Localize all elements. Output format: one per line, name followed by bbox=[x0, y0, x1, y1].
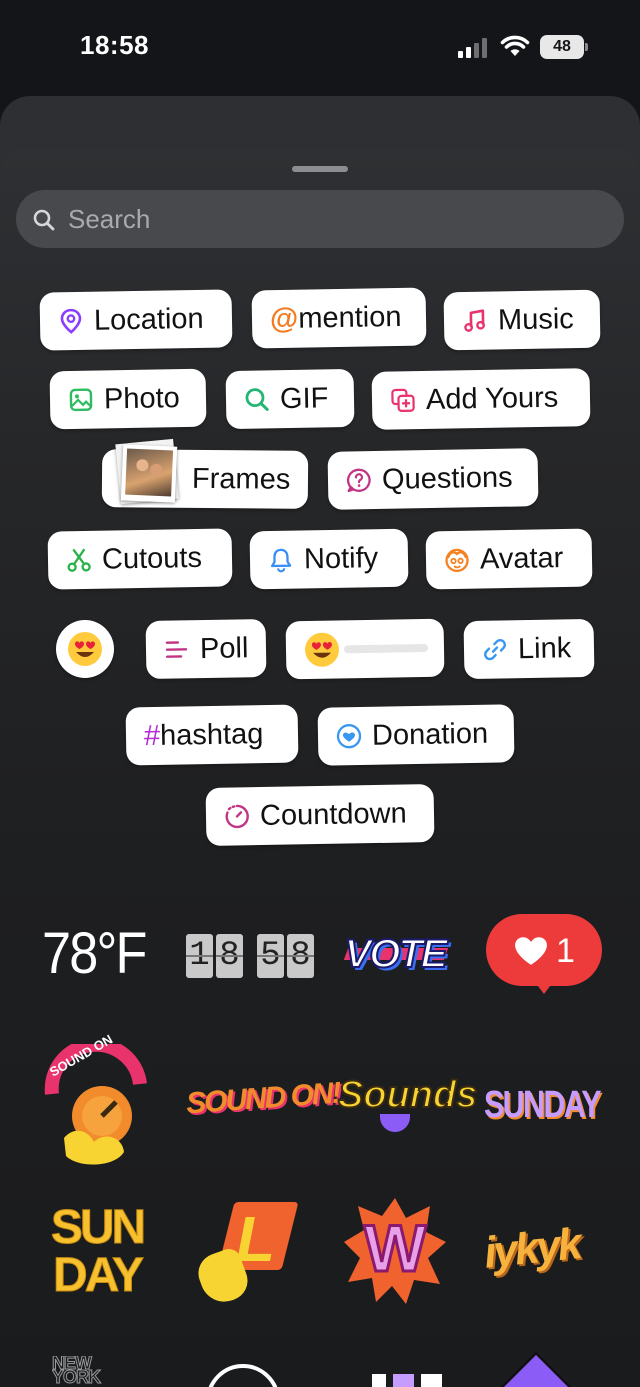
hashtag-sticker[interactable]: #hashtag bbox=[125, 704, 299, 766]
add-yours-sticker[interactable]: Add Yours bbox=[371, 368, 591, 430]
donation-label: Donation bbox=[371, 717, 489, 752]
gif-search-icon bbox=[245, 388, 269, 411]
heart-icon bbox=[515, 937, 547, 965]
like-counter-sticker[interactable]: 1 bbox=[486, 914, 602, 1000]
countdown-sticker[interactable]: Countdown bbox=[205, 784, 435, 846]
music-note-icon bbox=[464, 309, 485, 332]
emoji-reaction-sticker[interactable] bbox=[56, 620, 114, 678]
vote-sticker[interactable]: VOTE bbox=[340, 926, 450, 982]
time-sticker[interactable]: 1 8 5 8 bbox=[186, 934, 314, 978]
vote-text: VOTE bbox=[344, 931, 449, 977]
location-pin-icon bbox=[60, 308, 82, 334]
countdown-timer-icon bbox=[225, 804, 249, 829]
sunday-sticker[interactable]: SUNDAY bbox=[484, 1084, 602, 1127]
mention-sticker[interactable]: @ mention bbox=[251, 287, 427, 349]
slider-track[interactable] bbox=[343, 643, 429, 654]
partial-sticker-4[interactable] bbox=[494, 1346, 578, 1387]
link-label: Link bbox=[517, 631, 572, 665]
emoji-slider-sticker[interactable] bbox=[285, 618, 445, 680]
photo-label: Photo bbox=[103, 381, 181, 415]
partial-sticker-3[interactable] bbox=[372, 1374, 442, 1387]
search-icon bbox=[33, 209, 55, 231]
frames-photo-thumbnail bbox=[115, 438, 181, 510]
frames-sticker[interactable]: Frames bbox=[101, 438, 309, 510]
sunday-bubble-sticker[interactable]: SUN DAY bbox=[40, 1201, 154, 1304]
avatar-sticker[interactable]: Avatar bbox=[425, 528, 593, 590]
scissors-icon bbox=[67, 548, 91, 572]
cloud-sticker[interactable] bbox=[206, 1364, 284, 1387]
slider-heart-eyes-emoji-icon bbox=[305, 632, 340, 667]
cutouts-sticker[interactable]: Cutouts bbox=[47, 528, 233, 590]
status-bar: 18:58 48 bbox=[0, 0, 640, 96]
avatar-face-icon bbox=[445, 548, 469, 573]
add-yours-label: Add Yours bbox=[425, 381, 559, 416]
photo-sticker[interactable]: Photo bbox=[49, 368, 207, 430]
countdown-label: Countdown bbox=[259, 796, 407, 832]
like-count: 1 bbox=[556, 932, 575, 970]
clock-digit: 1 bbox=[186, 934, 213, 978]
gif-sticker[interactable]: GIF bbox=[225, 368, 355, 430]
cutouts-label: Cutouts bbox=[101, 541, 203, 576]
donation-icon bbox=[336, 724, 362, 749]
questions-icon bbox=[346, 468, 371, 493]
location-label: Location bbox=[93, 302, 204, 337]
location-sticker[interactable]: Location bbox=[39, 289, 233, 351]
poll-sticker[interactable]: Poll bbox=[145, 618, 267, 680]
battery-level: 48 bbox=[553, 38, 571, 55]
sheet-grabber[interactable] bbox=[292, 166, 348, 172]
notify-label: Notify bbox=[303, 541, 379, 575]
ykyk-sticker[interactable]: iykyk bbox=[482, 1219, 582, 1279]
music-sticker[interactable]: Music bbox=[443, 289, 601, 351]
questions-sticker[interactable]: Questions bbox=[327, 448, 539, 510]
poll-label: Poll bbox=[199, 631, 249, 665]
cellular-signal-icon bbox=[458, 38, 492, 58]
mention-label: mention bbox=[297, 300, 402, 335]
hashtag-label: #hashtag bbox=[143, 717, 264, 752]
status-time: 18:58 bbox=[80, 30, 149, 60]
gif-label: GIF bbox=[279, 381, 329, 415]
letter-w-sticker[interactable]: W bbox=[342, 1196, 448, 1306]
link-sticker[interactable]: Link bbox=[463, 618, 595, 680]
questions-label: Questions bbox=[381, 461, 513, 496]
new-york-text: NEW YORK bbox=[52, 1356, 102, 1387]
avatar-label: Avatar bbox=[479, 541, 564, 576]
temperature-sticker[interactable]: 78°F bbox=[42, 920, 147, 987]
new-york-sticker[interactable]: NEW YORK bbox=[52, 1356, 142, 1387]
sound-on-dial-sticker[interactable]: SOUND ON bbox=[44, 1031, 148, 1168]
mention-prefix: @ bbox=[269, 302, 299, 335]
poll-lines-icon bbox=[165, 641, 188, 658]
notify-sticker[interactable]: Notify bbox=[249, 528, 409, 590]
frames-label: Frames bbox=[191, 462, 291, 496]
search-placeholder: Search bbox=[68, 204, 151, 234]
clock-digit: 8 bbox=[287, 934, 314, 978]
sounds-text: Sounds bbox=[337, 1073, 478, 1117]
link-icon bbox=[484, 638, 506, 661]
letter-l-sticker[interactable]: L bbox=[192, 1196, 299, 1309]
battery-icon: 48 bbox=[540, 35, 588, 59]
letter-w-text: W bbox=[362, 1210, 427, 1287]
clock-digit: 8 bbox=[216, 934, 243, 978]
add-yours-icon bbox=[391, 388, 415, 412]
music-label: Music bbox=[497, 302, 574, 336]
sunday-bubble-text: SUN DAY bbox=[50, 1201, 146, 1302]
wifi-icon bbox=[500, 35, 530, 56]
bell-icon bbox=[270, 548, 292, 573]
search-input[interactable]: Search bbox=[16, 190, 624, 248]
donation-sticker[interactable]: Donation bbox=[317, 704, 515, 766]
sounds-sticker[interactable]: Sounds bbox=[334, 1066, 478, 1142]
photo-icon bbox=[69, 388, 93, 412]
heart-eyes-emoji-icon bbox=[68, 632, 102, 666]
clock-digit: 5 bbox=[257, 934, 284, 978]
